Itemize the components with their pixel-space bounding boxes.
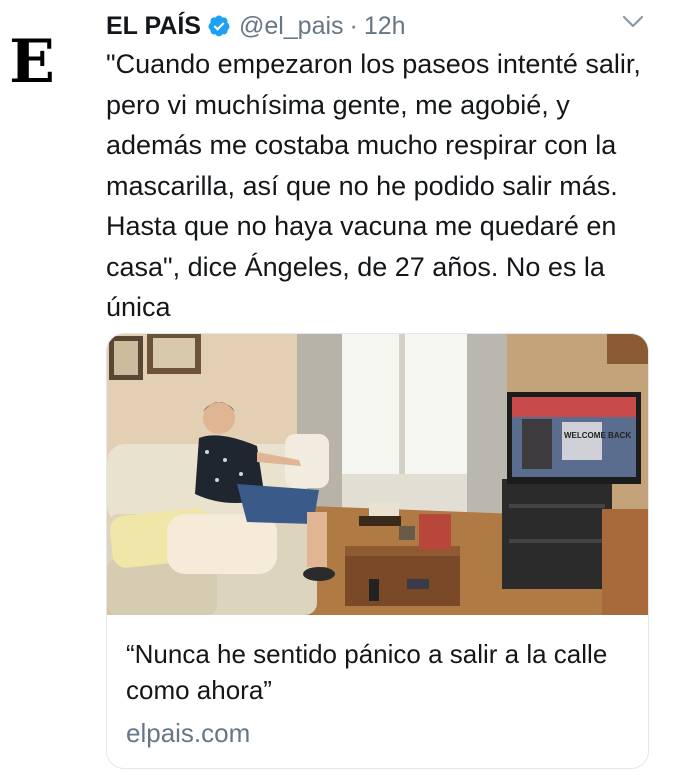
account-handle[interactable]: @el_pais [239, 12, 344, 41]
tv-screen-text: WELCOME BACK [564, 431, 631, 440]
chevron-down-icon[interactable] [621, 12, 645, 32]
card-image[interactable]: WELCOME BACK [107, 334, 648, 615]
tweet-timestamp[interactable]: 12h [364, 12, 406, 41]
account-name[interactable]: EL PAÍS [106, 12, 201, 41]
tweet-text: "Cuando empezaron los paseos intenté sal… [106, 49, 641, 322]
card-domain[interactable]: elpais.com [126, 718, 250, 749]
avatar-logo: E [9, 27, 55, 97]
avatar[interactable]: E [4, 27, 60, 97]
tweet-header: EL PAÍS @el_pais · 12h [106, 8, 406, 44]
link-card[interactable]: WELCOME BACK “Nunca he sentido pánico a … [106, 333, 649, 769]
verified-badge-icon [208, 15, 230, 37]
card-title[interactable]: “Nunca he sentido pánico a salir a la ca… [126, 636, 631, 708]
separator-dot: · [349, 11, 358, 40]
